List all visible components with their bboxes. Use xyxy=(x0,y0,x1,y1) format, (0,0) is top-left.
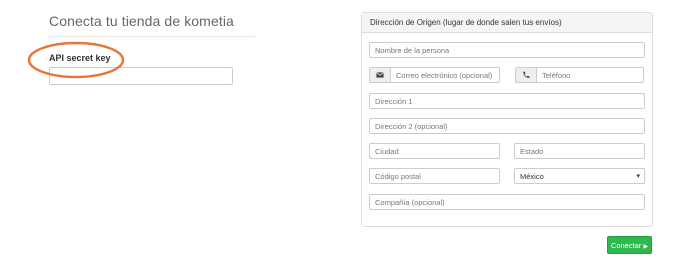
country-select[interactable]: México ▾ xyxy=(514,168,645,184)
envelope-icon xyxy=(370,68,391,82)
page-title: Conecta tu tienda de kometia xyxy=(49,13,234,29)
address1-placeholder: Dirección 1 xyxy=(375,97,413,106)
email-placeholder: Correo electrónico (opcional) xyxy=(396,71,493,80)
divider xyxy=(49,36,255,37)
panel-heading: Dirección de Origen (lugar de donde sale… xyxy=(362,13,652,33)
contact-name-placeholder: Nombre de la persona xyxy=(375,46,450,55)
city-placeholder: Ciudad xyxy=(375,147,399,156)
address2-placeholder: Dirección 2 (opcional) xyxy=(375,122,448,131)
contact-name-input[interactable]: Nombre de la persona xyxy=(369,42,645,58)
company-placeholder: Compañía (opcional) xyxy=(375,198,445,207)
postal-code-placeholder: Código postal xyxy=(375,172,421,181)
company-input[interactable]: Compañía (opcional) xyxy=(369,194,645,210)
connect-button[interactable]: Conectar ▶ xyxy=(607,236,652,254)
postal-code-input[interactable]: Código postal xyxy=(369,168,500,184)
state-placeholder: Estado xyxy=(520,147,544,156)
country-value: México xyxy=(520,172,544,181)
connect-label: Conectar xyxy=(610,241,642,250)
address2-input[interactable]: Dirección 2 (opcional) xyxy=(369,118,645,134)
phone-input[interactable]: Teléfono xyxy=(515,67,644,83)
phone-placeholder: Teléfono xyxy=(542,71,571,80)
caret-right-icon: ▶ xyxy=(643,244,649,250)
annotation-ellipse xyxy=(27,41,125,79)
origin-address-panel: Dirección de Origen (lugar de donde sale… xyxy=(361,12,653,227)
email-input[interactable]: Correo electrónico (opcional) xyxy=(369,67,500,83)
city-input[interactable]: Ciudad xyxy=(369,143,500,159)
address1-input[interactable]: Dirección 1 xyxy=(369,93,645,109)
chevron-down-icon: ▾ xyxy=(636,173,640,180)
phone-icon xyxy=(516,68,537,82)
state-input[interactable]: Estado xyxy=(514,143,645,159)
